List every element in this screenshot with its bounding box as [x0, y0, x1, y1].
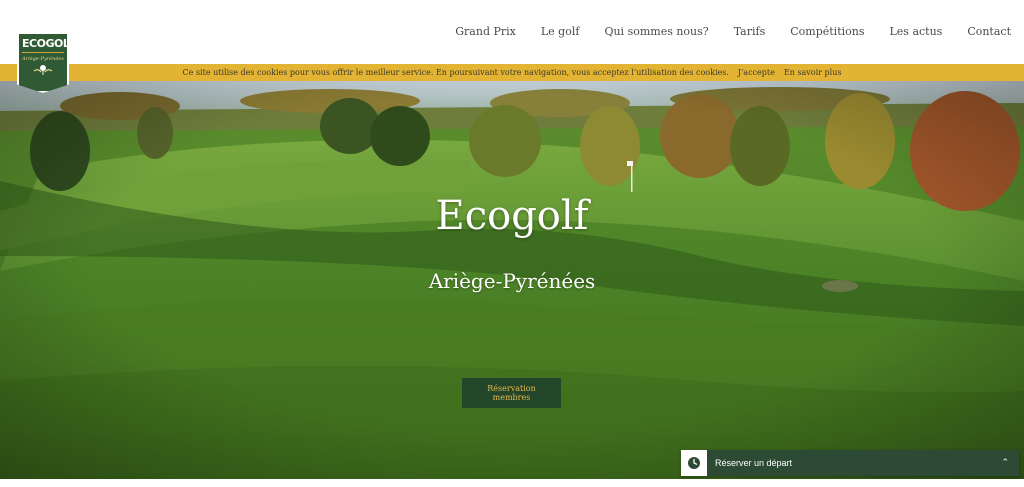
booking-widget[interactable]: Réserver un départ ⌃ — [681, 450, 1019, 476]
chevron-up-icon[interactable]: ⌃ — [1001, 458, 1009, 468]
site-logo[interactable]: ECOGOLF Ariège-Pyrénées — [17, 32, 69, 93]
main-nav: Grand Prix Le golf Qui sommes nous? Tari… — [430, 25, 1011, 38]
logo-wordmark: ECOGOLF — [22, 38, 69, 53]
clock-icon — [688, 457, 700, 469]
nav-item-les-actus[interactable]: Les actus — [889, 25, 942, 38]
cookie-accept-link[interactable]: J'accepte — [738, 68, 775, 77]
hero-section: Ecogolf Ariège-Pyrénées Réservation memb… — [0, 81, 1024, 479]
site-header: Grand Prix Le golf Qui sommes nous? Tari… — [0, 0, 1024, 64]
nav-item-tarifs[interactable]: Tarifs — [734, 25, 766, 38]
booking-icon-box — [681, 450, 707, 476]
cookie-message: Ce site utilise des cookies pour vous of… — [182, 68, 729, 77]
hero-title: Ecogolf — [435, 193, 589, 239]
logo-tagline: Ariège-Pyrénées — [22, 56, 64, 62]
page-bottom-strip — [0, 479, 1024, 487]
cookie-more-link[interactable]: En savoir plus — [784, 68, 842, 77]
nav-item-competitions[interactable]: Compétitions — [790, 25, 864, 38]
nav-item-le-golf[interactable]: Le golf — [541, 25, 580, 38]
hero-subtitle: Ariège-Pyrénées — [428, 269, 596, 293]
reservation-membres-button[interactable]: Réservation membres — [462, 378, 561, 408]
nav-item-grand-prix[interactable]: Grand Prix — [455, 25, 516, 38]
nav-item-contact[interactable]: Contact — [967, 25, 1011, 38]
golf-ball-icon — [33, 65, 53, 75]
booking-label: Réserver un départ — [715, 458, 793, 468]
cookie-banner: Ce site utilise des cookies pour vous of… — [0, 64, 1024, 81]
nav-item-qui-sommes-nous[interactable]: Qui sommes nous? — [604, 25, 708, 38]
